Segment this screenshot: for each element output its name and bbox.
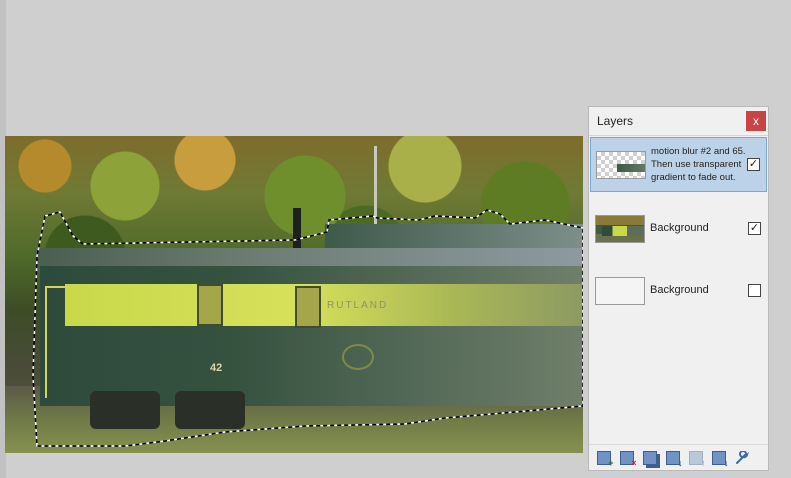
caboose-window [197,284,223,326]
antenna [374,146,377,226]
yellow-stripe [65,284,583,326]
thumb-train [617,163,645,172]
layers-toolbar: + × ↓ ↑ ↓ [589,444,768,470]
wrench-icon [735,450,749,464]
caboose-window [295,286,321,328]
layer-row[interactable]: motion blur #2 and 65. Then use transpar… [590,137,767,192]
move-layer-up-icon[interactable]: ↑ [686,448,706,468]
car-number: 42 [210,362,223,374]
wheel-truck [90,391,160,429]
layer-thumbnail [595,214,645,243]
image-canvas[interactable]: RUTLAND 42 [5,136,583,453]
add-layer-icon[interactable]: + [594,448,614,468]
layer-thumbnail [595,276,645,305]
car-lettering: RUTLAND [327,300,389,311]
layers-panel: Layers x motion blur #2 and 65. Then use… [588,106,769,471]
duplicate-layer-icon[interactable] [640,448,659,467]
merge-layer-down-icon[interactable]: ↓ [663,448,683,468]
layer-visibility-checkbox[interactable] [748,284,761,297]
layer-properties-icon[interactable] [732,448,751,467]
thumb-train [602,225,644,236]
layer-thumbnail [596,150,646,179]
layer-name: motion blur #2 and 65. Then use transpar… [651,146,746,183]
platform-railing [45,286,77,398]
layer-name: Background [650,284,709,296]
layers-header: Layers x [589,107,768,136]
layers-title: Layers [597,114,634,128]
layer-name: Background [650,222,709,234]
delete-layer-icon[interactable]: × [617,448,637,468]
railroad-emblem [342,344,374,370]
move-layer-down-icon[interactable]: ↓ [709,448,729,468]
layer-row[interactable]: Background ✓ [590,201,767,256]
layer-visibility-checkbox[interactable]: ✓ [748,222,761,235]
wheel-truck [175,391,245,429]
smoke-stack [293,208,301,248]
layer-visibility-checkbox[interactable]: ✓ [747,158,760,171]
layer-row[interactable]: Background [590,263,767,318]
close-button[interactable]: x [746,111,766,131]
